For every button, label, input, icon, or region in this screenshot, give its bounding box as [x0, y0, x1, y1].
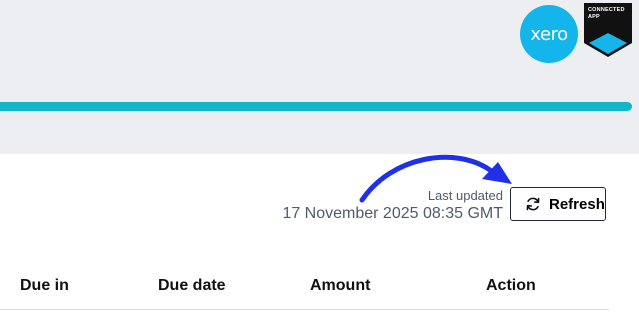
column-header-due-in: Due in	[20, 277, 69, 294]
last-updated-status: Last updated 17 November 2025 08:35 GMT	[282, 187, 503, 223]
refresh-icon	[526, 197, 540, 211]
refresh-button[interactable]: Refresh	[510, 187, 606, 221]
column-header-due-date: Due date	[158, 277, 226, 294]
table-header-divider	[0, 309, 609, 310]
column-header-amount: Amount	[310, 277, 371, 294]
badge-line-2: APP	[588, 14, 600, 20]
xero-logo-text: xero	[530, 23, 568, 45]
refresh-button-label: Refresh	[549, 195, 605, 213]
last-updated-timestamp: 17 November 2025 08:35 GMT	[282, 205, 503, 222]
connected-app-badge-text: CONNECTED APP	[588, 7, 625, 21]
column-header-action: Action	[486, 277, 536, 294]
xero-logo: xero	[520, 5, 578, 63]
accent-bar	[0, 102, 632, 111]
last-updated-label: Last updated	[427, 188, 503, 203]
badge-line-1: CONNECTED	[588, 7, 625, 13]
